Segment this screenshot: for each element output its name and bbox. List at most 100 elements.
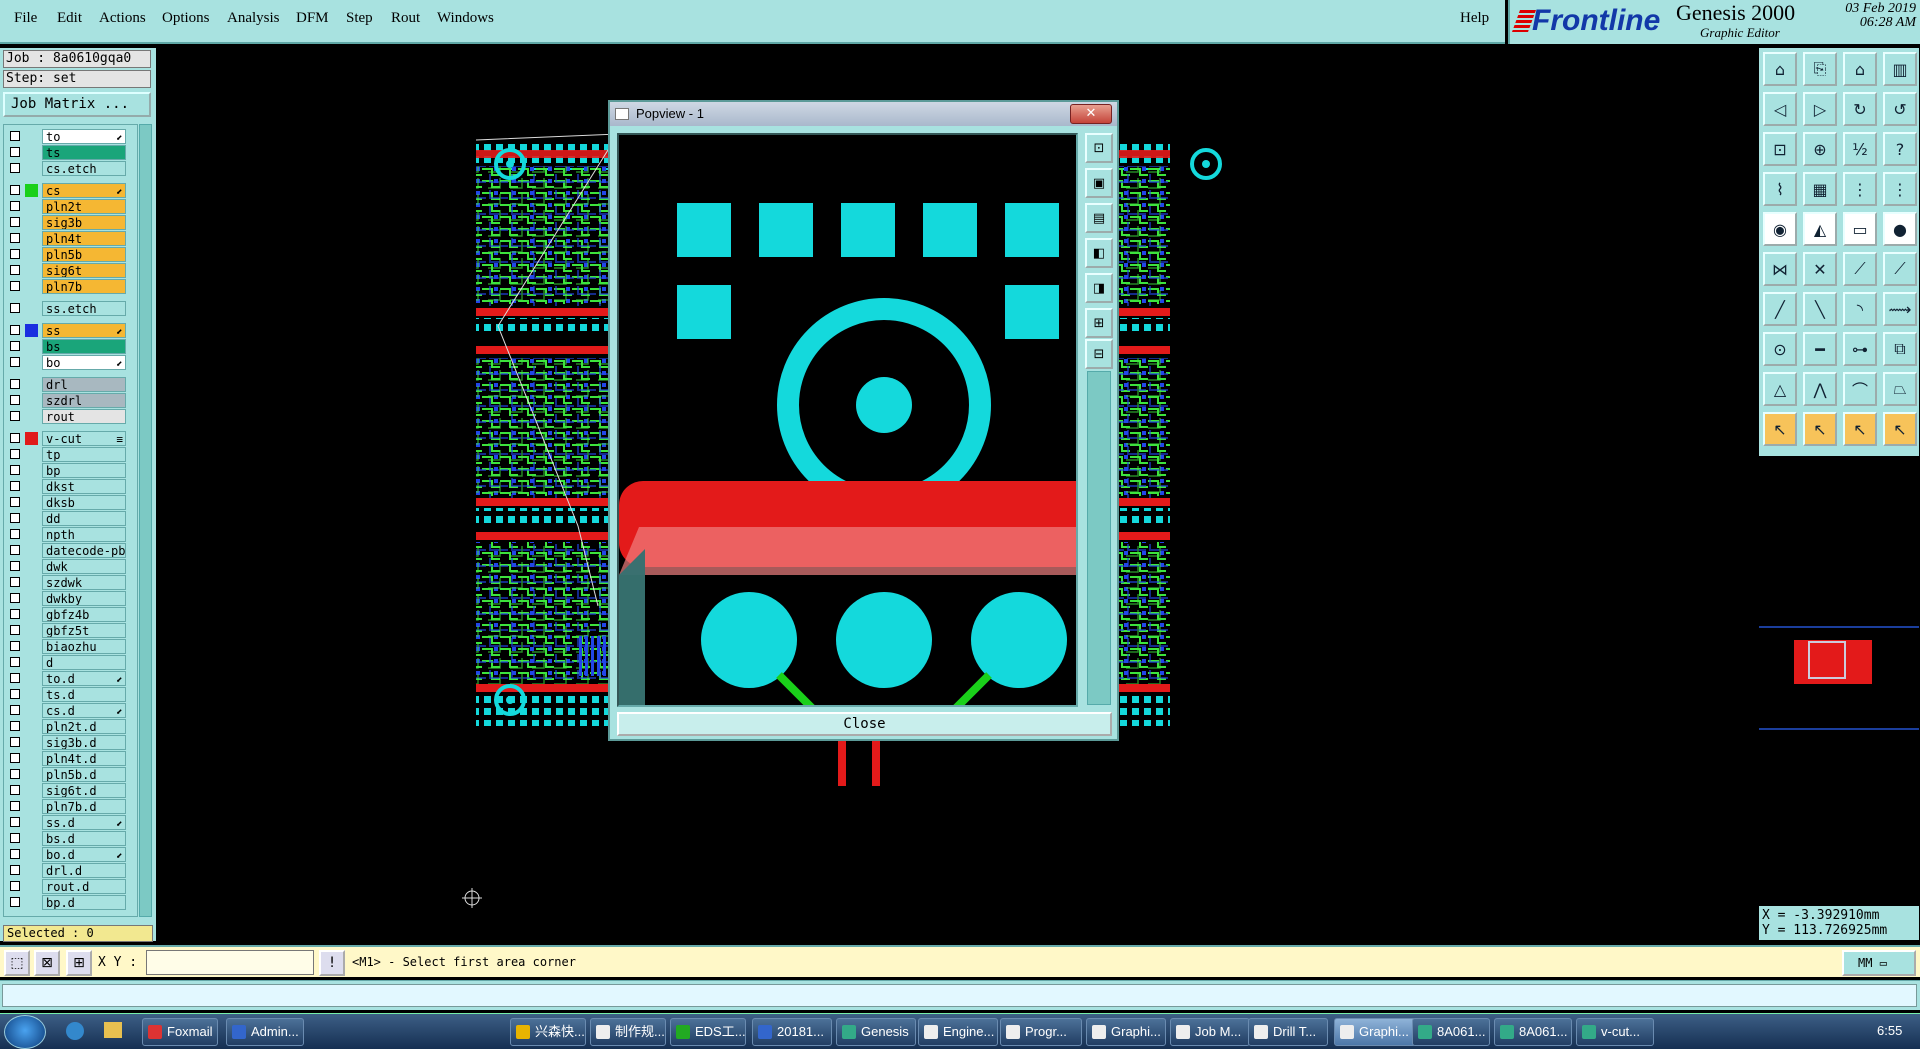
layer-name[interactable]: dkst	[42, 479, 126, 494]
layer-row[interactable]: cs ⬋	[4, 183, 126, 198]
menu-windows[interactable]: Windows	[437, 10, 494, 27]
snap-point-icon[interactable]: ⊙	[1763, 332, 1797, 366]
taskbar-item[interactable]: 20181...	[752, 1018, 832, 1046]
taskbar-item[interactable]: Job M...	[1170, 1018, 1250, 1046]
layer-name[interactable]: bs.d	[42, 831, 126, 846]
peak-icon[interactable]: ⋀	[1803, 372, 1837, 406]
zoom-in-icon[interactable]: ⊞	[1085, 308, 1113, 338]
layer-name[interactable]: ss.d ⬋	[42, 815, 126, 830]
layer-row[interactable]: to ⬋	[4, 129, 126, 144]
line-icon[interactable]: ╱	[1763, 292, 1797, 326]
layer-checkbox[interactable]	[10, 801, 20, 811]
layer-name[interactable]: d	[42, 655, 126, 670]
layer-row[interactable]: pln2t.d	[4, 719, 126, 734]
layer-row[interactable]: pln4t	[4, 231, 126, 246]
undo-icon[interactable]: ◁	[1763, 92, 1797, 126]
layer-row[interactable]: d	[4, 655, 126, 670]
center-icon[interactable]: ⊕	[1803, 132, 1837, 166]
layer-name[interactable]: sig6t	[42, 263, 126, 278]
layer-checkbox[interactable]	[10, 817, 20, 827]
select-area-icon[interactable]: ↖	[1803, 412, 1837, 446]
layer-row[interactable]: pln2t	[4, 199, 126, 214]
layer-name[interactable]: biaozhu	[42, 639, 126, 654]
layer-checkbox[interactable]	[10, 265, 20, 275]
pan-down-icon[interactable]: ▤	[1085, 203, 1113, 233]
layer-row[interactable]: biaozhu	[4, 639, 126, 654]
layer-row[interactable]: sig3b	[4, 215, 126, 230]
layer-name[interactable]: bo ⬋	[42, 355, 126, 370]
layer-checkbox[interactable]	[10, 325, 20, 335]
pan-left-icon[interactable]: ◧	[1085, 238, 1113, 268]
layer-name[interactable]: cs.etch	[42, 161, 126, 176]
layer-checkbox[interactable]	[10, 379, 20, 389]
segment-icon[interactable]: ━	[1803, 332, 1837, 366]
menu-rout[interactable]: Rout	[391, 10, 420, 27]
layer-name[interactable]: pln2t	[42, 199, 126, 214]
layer-name[interactable]: szdrl	[42, 393, 126, 408]
route-icon[interactable]: ⟿	[1883, 292, 1917, 326]
layer-checkbox[interactable]	[10, 625, 20, 635]
line-node-icon[interactable]: ⟋	[1843, 252, 1877, 286]
layer-checkbox[interactable]	[10, 529, 20, 539]
layer-name[interactable]: szdwk	[42, 575, 126, 590]
layer-checkbox[interactable]	[10, 233, 20, 243]
fit-icon[interactable]: ⊡	[1763, 132, 1797, 166]
layer-row[interactable]: pln5b.d	[4, 767, 126, 782]
layer-checkbox[interactable]	[10, 737, 20, 747]
layer-checkbox[interactable]	[10, 481, 20, 491]
layer-name[interactable]: ts	[42, 145, 126, 160]
select-icon[interactable]: ↖	[1763, 412, 1797, 446]
taskbar-item[interactable]: EDS工...	[670, 1018, 746, 1046]
layer-name[interactable]: ss.etch	[42, 301, 126, 316]
menu-dfm[interactable]: DFM	[296, 10, 329, 27]
layer-row[interactable]: sig6t	[4, 263, 126, 278]
layer-row[interactable]: datecode-pb	[4, 543, 126, 558]
popview-canvas[interactable]	[617, 133, 1078, 707]
copy-icon[interactable]: ⧉	[1883, 332, 1917, 366]
layer-checkbox[interactable]	[10, 395, 20, 405]
overview-navigator[interactable]	[1759, 626, 1919, 730]
layer-checkbox[interactable]	[10, 513, 20, 523]
layer-checkbox[interactable]	[10, 465, 20, 475]
grid-icon[interactable]: ▦	[1803, 172, 1837, 206]
layer-row[interactable]: drl	[4, 377, 126, 392]
units-select[interactable]: MM ▭	[1842, 950, 1916, 976]
layer-checkbox[interactable]	[10, 303, 20, 313]
rotate-icon[interactable]: ↺	[1883, 92, 1917, 126]
layer-name[interactable]: bp	[42, 463, 126, 478]
layer-row[interactable]: ss ⬋	[4, 323, 126, 338]
layer-row[interactable]: dwkby	[4, 591, 126, 606]
layer-checkbox[interactable]	[10, 705, 20, 715]
select-circle-icon[interactable]: ↖	[1843, 412, 1877, 446]
layer-checkbox[interactable]	[10, 163, 20, 173]
layer-row[interactable]: pln7b	[4, 279, 126, 294]
zoom-out-icon[interactable]: ⊟	[1085, 339, 1113, 369]
layer-name[interactable]: v-cut ≡	[42, 431, 126, 446]
taskbar-item[interactable]: Graphi...	[1334, 1018, 1416, 1046]
layer-row[interactable]: dd	[4, 511, 126, 526]
help-icon[interactable]: ?	[1883, 132, 1917, 166]
layer-checkbox[interactable]	[10, 561, 20, 571]
layer-checkbox[interactable]	[10, 201, 20, 211]
layer-name[interactable]: pln7b.d	[42, 799, 126, 814]
layer-row[interactable]: npth	[4, 527, 126, 542]
popview-scrollbar[interactable]	[1087, 371, 1111, 705]
redo-icon[interactable]: ▷	[1803, 92, 1837, 126]
layer-row[interactable]: sig3b.d	[4, 735, 126, 750]
layer-checkbox[interactable]	[10, 865, 20, 875]
bridge-icon[interactable]: ⌒	[1843, 372, 1877, 406]
layer-checkbox[interactable]	[10, 721, 20, 731]
folder-icon[interactable]	[104, 1022, 122, 1038]
trap-icon[interactable]: ⏢	[1883, 372, 1917, 406]
layer-name[interactable]: dd	[42, 511, 126, 526]
layer-checkbox[interactable]	[10, 577, 20, 587]
layer-name[interactable]: tp	[42, 447, 126, 462]
layer-name[interactable]: pln4t	[42, 231, 126, 246]
layer-row[interactable]: gbfz5t	[4, 623, 126, 638]
layer-row[interactable]: bs	[4, 339, 126, 354]
layer-row[interactable]: sig6t.d	[4, 783, 126, 798]
layer-checkbox[interactable]	[10, 593, 20, 603]
layer-checkbox[interactable]	[10, 185, 20, 195]
taskbar-item[interactable]: 制作规...	[590, 1018, 666, 1046]
taskbar-item[interactable]: v-cut...	[1576, 1018, 1654, 1046]
